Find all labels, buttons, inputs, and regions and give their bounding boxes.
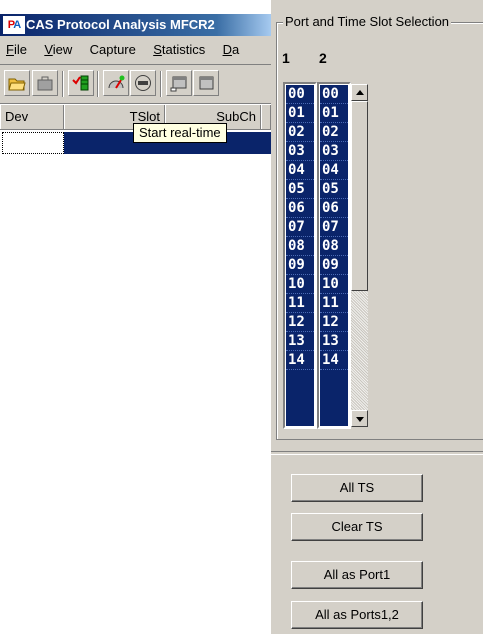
scroll-down-button[interactable] — [351, 410, 368, 427]
timeslot-item[interactable]: 00 — [286, 85, 314, 104]
briefcase-button[interactable] — [32, 70, 58, 96]
menu-bar: File View Capture Statistics Da — [0, 36, 271, 65]
menu-capture[interactable]: Capture — [84, 36, 144, 64]
timeslot-item[interactable]: 07 — [320, 218, 348, 237]
window-title: CAS Protocol Analysis MFCR2 — [26, 17, 215, 32]
timeslot-item[interactable]: 12 — [320, 313, 348, 332]
window2-button[interactable] — [193, 70, 219, 96]
toolbar-separator — [97, 71, 99, 97]
timeslot-item[interactable]: 01 — [286, 104, 314, 123]
stop-button[interactable] — [130, 70, 156, 96]
timeslot-item[interactable]: 10 — [320, 275, 348, 294]
timeslot-item[interactable]: 01 — [320, 104, 348, 123]
gauge-icon — [108, 75, 125, 89]
timeslot-item[interactable]: 14 — [320, 351, 348, 370]
timeslot-item[interactable]: 11 — [320, 294, 348, 313]
timeslot-item[interactable]: 08 — [286, 237, 314, 256]
app-logo-icon: PA — [3, 16, 25, 34]
column-header-dev[interactable]: Dev — [0, 105, 64, 129]
port1-timeslot-list[interactable]: 00 01 02 03 04 05 06 07 08 09 10 11 12 13 14 — [283, 82, 317, 429]
timeslot-item[interactable]: 03 — [286, 142, 314, 161]
checklist-icon — [72, 75, 89, 91]
column-header-port1: 1 — [282, 50, 290, 66]
vertical-scrollbar[interactable] — [351, 84, 368, 427]
timeslot-item[interactable]: 08 — [320, 237, 348, 256]
timeslot-item[interactable]: 09 — [286, 256, 314, 275]
scroll-up-button[interactable] — [351, 84, 368, 101]
open-folder-button[interactable] — [4, 70, 30, 96]
tooltip: Start real-time — [133, 123, 227, 143]
stop-icon — [135, 75, 151, 91]
scroll-thumb[interactable] — [351, 101, 368, 291]
clear-ts-button[interactable]: Clear TS — [291, 513, 423, 541]
timeslot-item[interactable]: 12 — [286, 313, 314, 332]
checklist-button[interactable] — [68, 70, 94, 96]
port-timeslot-panel: Port and Time Slot Selection 1 2 00 01 02 0… — [271, 0, 483, 634]
main-window: PA CAS Protocol Analysis MFCR2 File View… — [0, 0, 271, 634]
column-header-port2: 2 — [319, 50, 327, 66]
start-realtime-button[interactable] — [103, 70, 129, 96]
port1-list-items: 00 01 02 03 04 05 06 07 08 09 10 11 12 13 14 — [286, 85, 314, 426]
port2-timeslot-list[interactable]: 00 01 02 03 04 05 06 07 08 09 10 11 12 13 14 — [317, 82, 351, 429]
toolbar-separator — [160, 71, 162, 97]
timeslot-item[interactable]: 06 — [320, 199, 348, 218]
arrow-up-icon — [356, 90, 364, 95]
timeslot-item[interactable]: 02 — [320, 123, 348, 142]
briefcase-icon — [37, 76, 53, 91]
timeslot-item[interactable]: 11 — [286, 294, 314, 313]
timeslot-item[interactable]: 07 — [286, 218, 314, 237]
timeslot-item[interactable]: 02 — [286, 123, 314, 142]
scroll-track[interactable] — [351, 291, 368, 410]
group-title: Port and Time Slot Selection — [283, 14, 452, 30]
timeslot-item[interactable]: 13 — [286, 332, 314, 351]
timeslot-item[interactable]: 10 — [286, 275, 314, 294]
all-as-port1-button[interactable]: All as Port1 — [291, 561, 423, 589]
menu-view[interactable]: View — [38, 36, 80, 64]
timeslot-item[interactable]: 06 — [286, 199, 314, 218]
timeslot-item[interactable]: 14 — [286, 351, 314, 370]
arrow-down-icon — [356, 417, 364, 422]
port2-list-items: 00 01 02 03 04 05 06 07 08 09 10 11 12 13 14 — [320, 85, 348, 426]
title-bar[interactable]: PA CAS Protocol Analysis MFCR2 — [0, 14, 271, 36]
all-ts-button[interactable]: All TS — [291, 474, 423, 502]
menu-file[interactable]: File — [0, 36, 35, 64]
menu-statistics[interactable]: Statistics — [147, 36, 213, 64]
window-icon — [170, 76, 187, 92]
toolbar-separator — [62, 71, 64, 97]
window-button[interactable] — [166, 70, 192, 96]
window2-icon — [199, 76, 214, 90]
column-header-extra[interactable] — [261, 105, 271, 129]
table-cell-focus[interactable] — [2, 132, 64, 154]
toolbar — [0, 65, 271, 104]
timeslot-item[interactable]: 00 — [320, 85, 348, 104]
all-as-ports12-button[interactable]: All as Ports1,2 — [291, 601, 423, 629]
timeslot-item[interactable]: 09 — [320, 256, 348, 275]
timeslot-item[interactable]: 05 — [320, 180, 348, 199]
open-folder-icon — [8, 78, 26, 91]
timeslot-item[interactable]: 13 — [320, 332, 348, 351]
timeslot-item[interactable]: 05 — [286, 180, 314, 199]
timeslot-item[interactable]: 04 — [286, 161, 314, 180]
panel-divider — [271, 451, 483, 455]
menu-data[interactable]: Da — [217, 36, 248, 64]
timeslot-item[interactable]: 03 — [320, 142, 348, 161]
timeslot-item[interactable]: 04 — [320, 161, 348, 180]
